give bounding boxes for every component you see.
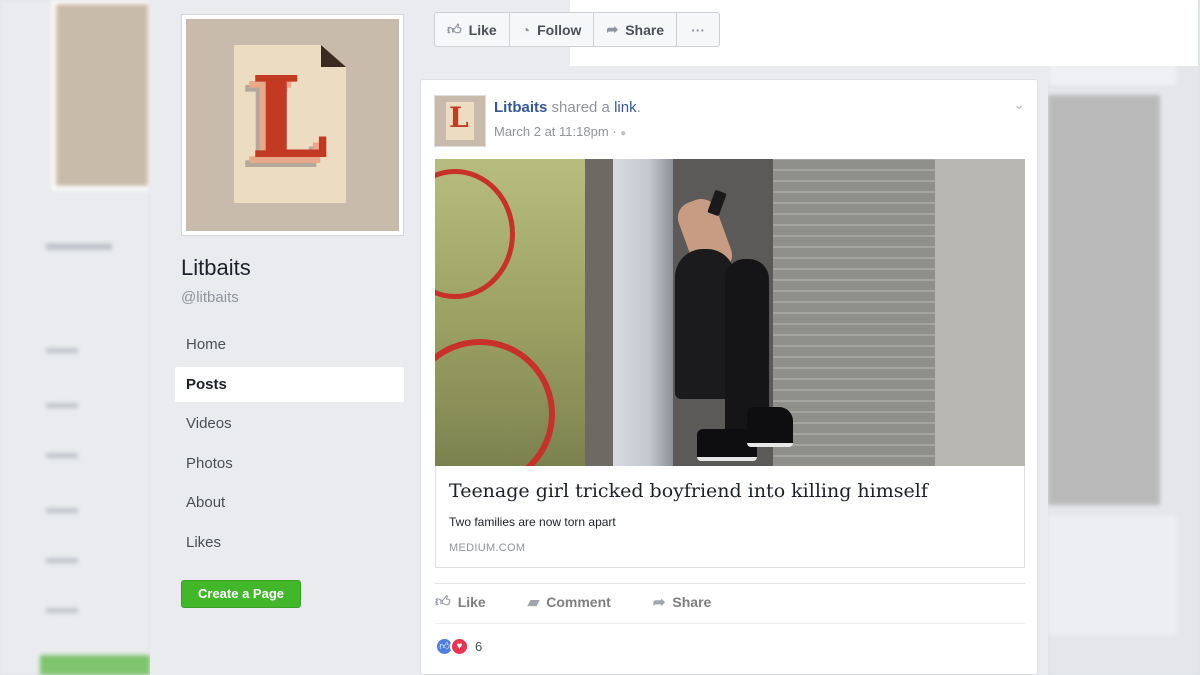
nav-item-videos[interactable]: Videos <box>175 406 404 441</box>
post-timestamp[interactable]: March 2 at 11:18pm <box>494 124 609 139</box>
post-share-label: Share <box>672 594 712 610</box>
nav-item-about[interactable]: About <box>175 485 404 520</box>
page-action-bar: 👍︎ Like ◔ Follow ➦ Share ··· <box>434 12 721 47</box>
link-preview-image[interactable] <box>435 159 1025 466</box>
page-like-label: Like <box>468 21 497 38</box>
blurred-button <box>40 655 150 675</box>
blurred-text: ▬▬▬ <box>46 230 112 255</box>
link-source: MEDIUM.COM <box>449 542 526 554</box>
chevron-down-icon[interactable]: ⌄ <box>1013 96 1025 113</box>
post-card: L Litbaits shared a link. March 2 at 11:… <box>420 79 1038 675</box>
photo-pillar <box>585 159 613 466</box>
globe-icon: ● <box>620 128 627 139</box>
blurred-card <box>1048 515 1176 635</box>
link-subtitle: Two families are now torn apart <box>449 515 616 529</box>
link-preview-box[interactable]: Teenage girl tricked boyfriend into kill… <box>435 466 1025 568</box>
avatar-letter: L <box>449 101 469 134</box>
page-name[interactable]: Litbaits <box>181 255 251 281</box>
post-header: Litbaits shared a link. <box>494 99 641 116</box>
photo-road <box>935 159 1025 466</box>
post-like-button[interactable]: 👍︎ Like <box>435 593 486 611</box>
post-header-period: . <box>636 99 641 116</box>
blurred-text: ▬▬ <box>46 340 78 357</box>
divider <box>435 583 1025 584</box>
blurred-text: ▬▬ <box>46 550 78 567</box>
blurred-photo <box>1048 95 1160 505</box>
thumbs-up-icon: 👍︎ <box>447 21 462 37</box>
link-title[interactable]: Teenage girl tricked boyfriend into kill… <box>449 480 928 502</box>
page-share-button[interactable]: ➦ Share <box>594 13 678 46</box>
post-actions: 👍︎ Like ▰ Comment ➦ Share <box>435 593 753 611</box>
page-share-label: Share <box>625 21 665 38</box>
nav-item-home[interactable]: Home <box>175 327 404 362</box>
create-page-button[interactable]: Create a Page <box>181 580 301 608</box>
post-object-link[interactable]: link <box>614 99 637 116</box>
nav-item-photos[interactable]: Photos <box>175 446 404 481</box>
blurred-profile-image <box>52 0 150 190</box>
reactions-summary[interactable]: 👍︎ ♥ 6 <box>435 637 482 656</box>
blurred-text: ▬▬ <box>46 500 78 517</box>
share-arrow-icon: ➦ <box>606 21 619 37</box>
blurred-text: ▬▬ <box>46 445 78 462</box>
photo-shoe <box>747 407 793 447</box>
nav-item-likes[interactable]: Likes <box>175 525 404 560</box>
love-reaction-icon: ♥ <box>450 637 469 656</box>
post-comment-label: Comment <box>546 594 611 610</box>
reaction-count: 6 <box>475 639 483 654</box>
left-column: L Litbaits @litbaits Home Posts Videos P… <box>150 0 420 675</box>
page-like-button[interactable]: 👍︎ Like <box>435 13 510 46</box>
post-share-button[interactable]: ➦ Share <box>653 593 712 611</box>
page-follow-button[interactable]: ◔ Follow <box>510 13 595 46</box>
blurred-background-left: ▬▬▬ ▬▬ ▬▬ ▬▬ ▬▬ ▬▬ ▬▬ <box>0 0 150 675</box>
more-options-button[interactable]: ··· <box>677 13 719 46</box>
nav-item-posts[interactable]: Posts <box>175 366 404 402</box>
logo-letter: L <box>250 53 329 184</box>
blurred-background-right <box>1048 0 1200 675</box>
post-author-name[interactable]: Litbaits <box>494 99 547 116</box>
rss-icon: ◔ <box>521 21 531 38</box>
post-comment-button[interactable]: ▰ Comment <box>528 593 611 611</box>
post-like-label: Like <box>457 594 486 610</box>
divider <box>435 623 1025 624</box>
thumbs-up-icon: 👍︎ <box>435 593 451 610</box>
photo-post <box>613 159 673 466</box>
post-meta: March 2 at 11:18pm · ● <box>494 124 626 139</box>
post-author-avatar[interactable]: L <box>434 95 486 147</box>
profile-picture[interactable]: L <box>181 14 404 236</box>
blurred-text: ▬▬ <box>46 600 78 617</box>
post-action-text: shared a <box>551 99 610 116</box>
blurred-text: ▬▬ <box>46 395 78 412</box>
comment-bubble-icon: ▰ <box>527 594 540 611</box>
page-handle[interactable]: @litbaits <box>181 289 239 306</box>
page-nav: Home Posts Videos Photos About Likes <box>175 327 404 565</box>
share-arrow-icon: ➦ <box>652 594 666 611</box>
page-follow-label: Follow <box>537 21 582 38</box>
logo-image: L <box>186 19 399 231</box>
